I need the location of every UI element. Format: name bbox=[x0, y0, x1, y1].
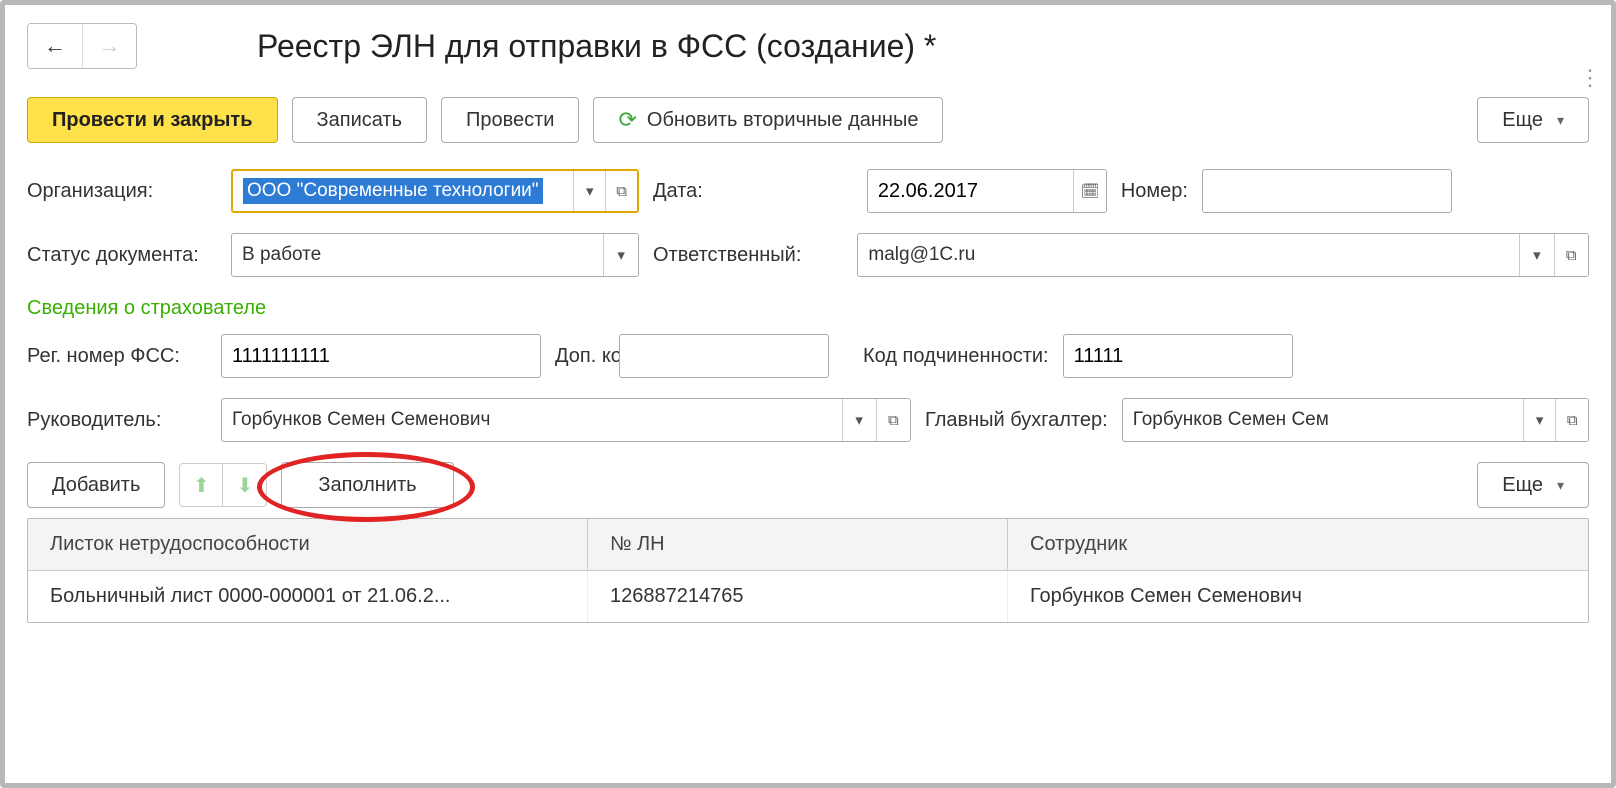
refresh-icon: ⟳ bbox=[618, 107, 636, 133]
topbar: ← → Реестр ЭЛН для отправки в ФСС (созда… bbox=[27, 23, 1589, 69]
table-header: Листок нетрудоспособности № ЛН Сотрудник bbox=[28, 519, 1588, 571]
eln-table: Листок нетрудоспособности № ЛН Сотрудник… bbox=[27, 518, 1589, 623]
add-code-input[interactable] bbox=[620, 335, 828, 377]
sub-code-label: Код подчиненности: bbox=[863, 345, 1049, 368]
cell-emp: Горбунков Семен Семенович bbox=[1008, 571, 1588, 622]
organization-open[interactable] bbox=[605, 171, 637, 211]
date-label: Дата: bbox=[653, 180, 703, 203]
head-value: Горбунков Семен Семенович bbox=[222, 399, 842, 441]
chief-acc-label: Главный бухгалтер: bbox=[925, 409, 1108, 432]
open-icon bbox=[888, 412, 899, 429]
date-picker-button[interactable]: 🗓 bbox=[1073, 170, 1105, 212]
number-input[interactable] bbox=[1203, 170, 1451, 212]
organization-label: Организация: bbox=[27, 180, 217, 203]
table-toolbar: Добавить ⬆ ⬇ Заполнить Еще ▾ bbox=[27, 462, 1589, 508]
chief-acc-field[interactable]: Горбунков Семен Сем ▾ bbox=[1122, 398, 1589, 442]
cell-doc: Больничный лист 0000-000001 от 21.06.2..… bbox=[28, 571, 588, 622]
organization-selected-text: ООО "Современные технологии" bbox=[243, 178, 543, 204]
calendar-icon: 🗓 bbox=[1081, 182, 1100, 200]
post-button[interactable]: Провести bbox=[441, 97, 579, 143]
arrow-right-icon: → bbox=[99, 33, 121, 59]
insurer-section-header: Сведения о страхователе bbox=[27, 297, 1589, 320]
doc-status-label: Статус документа: bbox=[27, 244, 217, 267]
organization-value: ООО "Современные технологии" bbox=[233, 171, 573, 211]
head-open[interactable] bbox=[876, 399, 910, 441]
open-icon bbox=[1567, 412, 1578, 429]
chief-acc-dropdown[interactable]: ▾ bbox=[1523, 399, 1556, 441]
table-row[interactable]: Больничный лист 0000-000001 от 21.06.2..… bbox=[28, 571, 1588, 622]
chevron-down-icon: ▾ bbox=[1557, 477, 1564, 494]
open-icon bbox=[1566, 247, 1577, 264]
organization-dropdown[interactable]: ▾ bbox=[573, 171, 605, 211]
responsible-dropdown[interactable]: ▾ bbox=[1519, 234, 1553, 276]
add-row-button[interactable]: Добавить bbox=[27, 462, 165, 508]
head-dropdown[interactable]: ▾ bbox=[842, 399, 876, 441]
table-more-label: Еще bbox=[1502, 474, 1543, 497]
move-up-button[interactable]: ⬆ bbox=[179, 463, 223, 507]
col-doc[interactable]: Листок нетрудоспособности bbox=[28, 519, 588, 570]
form-row-org-date: Организация: ООО "Современные технологии… bbox=[27, 169, 1589, 213]
nav-history-group: ← → bbox=[27, 23, 137, 69]
sub-code-input[interactable] bbox=[1064, 335, 1292, 377]
arrow-up-icon: ⬆ bbox=[193, 473, 210, 498]
add-code-field[interactable] bbox=[619, 334, 829, 378]
responsible-open[interactable] bbox=[1554, 234, 1588, 276]
chief-acc-open[interactable] bbox=[1555, 399, 1588, 441]
menu-dots-icon[interactable]: ⋮ bbox=[1579, 65, 1599, 91]
post-close-button[interactable]: Провести и закрыть bbox=[27, 97, 278, 143]
fill-button[interactable]: Заполнить bbox=[281, 462, 453, 508]
sub-code-field[interactable] bbox=[1063, 334, 1293, 378]
arrow-left-icon: ← bbox=[44, 33, 66, 59]
date-input[interactable] bbox=[868, 170, 1074, 212]
doc-status-field[interactable]: В работе ▾ bbox=[231, 233, 639, 277]
fill-button-wrap: Заполнить bbox=[281, 462, 453, 508]
form-row-status-responsible: Статус документа: В работе ▾ Ответственн… bbox=[27, 233, 1589, 277]
responsible-label: Ответственный: bbox=[653, 244, 801, 267]
arrow-down-icon: ⬇ bbox=[237, 473, 254, 498]
number-label: Номер: bbox=[1121, 180, 1188, 203]
save-button[interactable]: Записать bbox=[292, 97, 427, 143]
add-code-label: Доп. код: bbox=[555, 345, 605, 367]
date-field[interactable]: 🗓 bbox=[867, 169, 1107, 213]
number-field[interactable] bbox=[1202, 169, 1452, 213]
doc-status-value: В работе bbox=[232, 234, 603, 276]
main-toolbar: Провести и закрыть Записать Провести ⟳ О… bbox=[27, 97, 1589, 143]
chevron-down-icon: ▾ bbox=[1557, 112, 1564, 129]
reg-fss-input[interactable] bbox=[222, 335, 540, 377]
more-button[interactable]: Еще ▾ bbox=[1477, 97, 1589, 143]
more-label: Еще bbox=[1502, 109, 1543, 132]
col-num[interactable]: № ЛН bbox=[588, 519, 1008, 570]
doc-status-dropdown[interactable]: ▾ bbox=[603, 234, 638, 276]
form-row-fss-codes: Рег. номер ФСС: Доп. код: Код подчиненно… bbox=[27, 334, 1589, 378]
head-label: Руководитель: bbox=[27, 409, 207, 432]
chief-acc-value: Горбунков Семен Сем bbox=[1123, 399, 1523, 441]
nav-forward-button[interactable]: → bbox=[82, 24, 136, 68]
nav-back-button[interactable]: ← bbox=[28, 24, 82, 68]
responsible-field[interactable]: malg@1C.ru ▾ bbox=[857, 233, 1589, 277]
move-down-button[interactable]: ⬇ bbox=[223, 463, 267, 507]
page-title: Реестр ЭЛН для отправки в ФСС (создание)… bbox=[257, 28, 936, 65]
refresh-label: Обновить вторичные данные bbox=[647, 109, 919, 132]
form-row-head-acc: Руководитель: Горбунков Семен Семенович … bbox=[27, 398, 1589, 442]
reg-fss-label: Рег. номер ФСС: bbox=[27, 345, 207, 368]
move-row-group: ⬆ ⬇ bbox=[179, 463, 267, 507]
reg-fss-field[interactable] bbox=[221, 334, 541, 378]
form-window: ⋮ ← → Реестр ЭЛН для отправки в ФСС (соз… bbox=[0, 0, 1616, 788]
head-field[interactable]: Горбунков Семен Семенович ▾ bbox=[221, 398, 911, 442]
open-icon bbox=[616, 183, 627, 200]
responsible-value: malg@1C.ru bbox=[858, 234, 1519, 276]
organization-field[interactable]: ООО "Современные технологии" ▾ bbox=[231, 169, 639, 213]
table-more-button[interactable]: Еще ▾ bbox=[1477, 462, 1589, 508]
cell-num: 126887214765 bbox=[588, 571, 1008, 622]
col-emp[interactable]: Сотрудник bbox=[1008, 519, 1588, 570]
refresh-secondary-button[interactable]: ⟳ Обновить вторичные данные bbox=[593, 97, 943, 143]
